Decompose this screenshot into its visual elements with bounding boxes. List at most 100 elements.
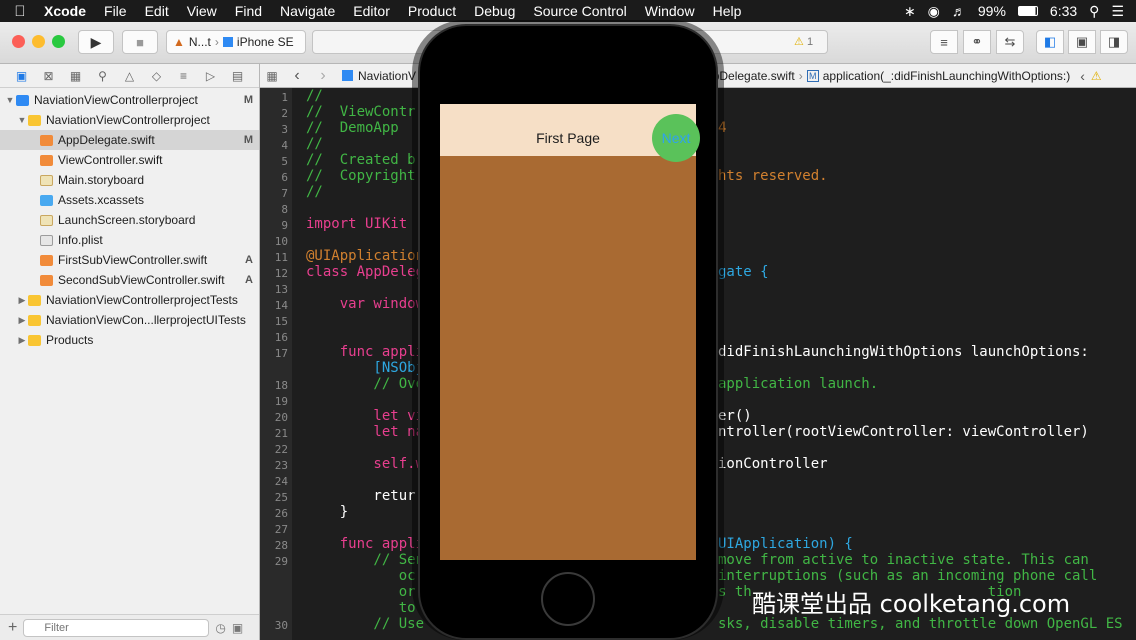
code-line: func appli bbox=[306, 344, 425, 360]
forward-button[interactable]: › bbox=[310, 67, 336, 85]
filter-input[interactable] bbox=[23, 618, 210, 637]
line-number: 13 bbox=[274, 283, 288, 296]
battery-icon[interactable] bbox=[1017, 6, 1038, 16]
report-icon[interactable]: ▤ bbox=[224, 69, 251, 83]
scm-status: A bbox=[245, 274, 253, 286]
tree-row-infoplist[interactable]: Info.plist bbox=[0, 230, 259, 250]
warning-badge[interactable]: ⚠ 1 bbox=[794, 35, 813, 48]
disclosure-closed-icon[interactable]: ▶ bbox=[16, 335, 28, 346]
apple-icon[interactable]:  bbox=[0, 3, 40, 20]
navigator-filter-bar: + ◷ ▣ bbox=[0, 614, 259, 640]
clock[interactable]: 6:33 bbox=[1050, 3, 1077, 19]
menu-help[interactable]: Help bbox=[704, 3, 751, 19]
search-icon[interactable]: ⚲ bbox=[89, 69, 116, 83]
utilities-toggle-button[interactable]: ◨ bbox=[1100, 30, 1128, 54]
chevron-right-icon: › bbox=[214, 35, 219, 49]
line-number: 15 bbox=[274, 315, 288, 328]
menu-product[interactable]: Product bbox=[399, 3, 465, 19]
tree-row-label: NaviationViewControllerproject bbox=[34, 93, 198, 107]
disclosure-open-icon[interactable]: ▼ bbox=[4, 95, 16, 105]
line-number: 26 bbox=[274, 507, 288, 520]
run-button[interactable]: ▶ bbox=[78, 30, 114, 54]
folder-icon bbox=[28, 114, 41, 126]
symbol-icon[interactable]: ▦ bbox=[62, 69, 89, 83]
code-line: ionController bbox=[718, 456, 828, 472]
related-items-icon[interactable]: ▦ bbox=[260, 69, 284, 83]
simulator-screen[interactable]: First Page Next bbox=[440, 104, 700, 560]
issue-icon[interactable]: △ bbox=[116, 69, 143, 83]
navigator-toggle-button[interactable]: ◧ bbox=[1036, 30, 1064, 54]
back-button[interactable]: ‹ bbox=[284, 67, 310, 85]
menu-find[interactable]: Find bbox=[226, 3, 271, 19]
device-name: iPhone SE bbox=[236, 35, 294, 49]
jump-project[interactable]: NaviationV bbox=[358, 69, 416, 83]
disclosure-closed-icon[interactable]: ▶ bbox=[16, 295, 28, 306]
menu-view[interactable]: View bbox=[178, 3, 226, 19]
bluetooth-icon[interactable]: ∗ bbox=[904, 3, 916, 20]
code-line: let na bbox=[306, 424, 425, 440]
tree-row-launchscreen[interactable]: LaunchScreen.storyboard bbox=[0, 210, 259, 230]
notification-center-icon[interactable]: ☰ bbox=[1111, 3, 1124, 20]
tree-row-firstsub[interactable]: FirstSubViewController.swift A bbox=[0, 250, 259, 270]
spotlight-icon[interactable]: ⚲ bbox=[1089, 3, 1099, 20]
close-window-button[interactable] bbox=[12, 35, 25, 48]
menu-source-control[interactable]: Source Control bbox=[524, 3, 635, 19]
stop-button[interactable]: ■ bbox=[122, 30, 158, 54]
menu-edit[interactable]: Edit bbox=[136, 3, 178, 19]
breakpoint-icon[interactable]: ▷ bbox=[197, 69, 224, 83]
tree-row-project[interactable]: ▼ NaviationViewControllerproject M bbox=[0, 90, 259, 110]
line-number: 14 bbox=[274, 299, 288, 312]
tree-row-viewcontroller[interactable]: ViewController.swift bbox=[0, 150, 259, 170]
menu-navigate[interactable]: Navigate bbox=[271, 3, 344, 19]
arrows-icon: ⇆ bbox=[1004, 34, 1016, 49]
battery-percent[interactable]: 99% bbox=[978, 3, 1006, 19]
standard-editor-button[interactable]: ≡ bbox=[930, 30, 958, 54]
tree-row-assets[interactable]: Assets.xcassets bbox=[0, 190, 259, 210]
zoom-window-button[interactable] bbox=[52, 35, 65, 48]
menu-file[interactable]: File bbox=[95, 3, 136, 19]
plist-file-icon bbox=[40, 234, 53, 246]
version-editor-button[interactable]: ⇆ bbox=[996, 30, 1024, 54]
next-button[interactable]: Next bbox=[652, 114, 700, 162]
code-line: interruptions (such as an incoming phone… bbox=[718, 568, 1098, 584]
tree-row-products[interactable]: ▶ Products bbox=[0, 330, 259, 350]
minimize-window-button[interactable] bbox=[32, 35, 45, 48]
tree-row-main-storyboard[interactable]: Main.storyboard bbox=[0, 170, 259, 190]
previous-issue-icon[interactable]: ‹ bbox=[1080, 68, 1085, 84]
assistant-editor-button[interactable]: ⚭ bbox=[963, 30, 991, 54]
app-scheme-icon: ▲ bbox=[173, 35, 185, 49]
disclosure-closed-icon[interactable]: ▶ bbox=[16, 315, 28, 326]
play-icon: ▶ bbox=[90, 33, 102, 50]
tree-row-tests[interactable]: ▶ NaviationViewControllerprojectTests bbox=[0, 290, 259, 310]
add-file-button[interactable]: + bbox=[8, 619, 17, 637]
test-icon[interactable]: ◇ bbox=[143, 69, 170, 83]
menu-debug[interactable]: Debug bbox=[465, 3, 524, 19]
code-line: // Sen bbox=[306, 552, 425, 568]
source-control-icon[interactable]: ⊠ bbox=[35, 69, 62, 83]
folder-icon[interactable]: ▣ bbox=[8, 69, 35, 83]
scheme-selector[interactable]: ▲ N...t › iPhone SE bbox=[166, 30, 306, 54]
wifi-icon[interactable]: ◉ bbox=[928, 3, 940, 20]
menu-xcode[interactable]: Xcode bbox=[40, 3, 95, 19]
code-line: [NSObj bbox=[306, 360, 425, 376]
recent-files-icon[interactable]: ◷ bbox=[215, 621, 225, 635]
volume-icon[interactable]: ♬ bbox=[952, 3, 966, 19]
tree-row-appdelegate[interactable]: AppDelegate.swift M bbox=[0, 130, 259, 150]
tree-row-secondsub[interactable]: SecondSubViewController.swift A bbox=[0, 270, 259, 290]
tree-row-uitests[interactable]: ▶ NaviationViewCon...llerprojectUITests bbox=[0, 310, 259, 330]
scm-filter-icon[interactable]: ▣ bbox=[232, 621, 243, 635]
debug-icon[interactable]: ≡ bbox=[170, 69, 197, 83]
code-line: ntroller(rootViewController: viewControl… bbox=[718, 424, 1089, 440]
related-warning-icon[interactable]: ⚠ bbox=[1091, 69, 1102, 83]
disclosure-open-icon[interactable]: ▼ bbox=[16, 115, 28, 125]
code-line: didFinishLaunchingWithOptions launchOpti… bbox=[718, 344, 1089, 360]
home-button[interactable] bbox=[541, 572, 595, 626]
tree-row-group[interactable]: ▼ NaviationViewControllerproject bbox=[0, 110, 259, 130]
line-number: 4 bbox=[281, 139, 288, 152]
menu-editor[interactable]: Editor bbox=[344, 3, 399, 19]
scm-status: M bbox=[243, 94, 253, 106]
lines-icon: ≡ bbox=[940, 34, 948, 50]
menu-window[interactable]: Window bbox=[636, 3, 704, 19]
jump-symbol[interactable]: application(_:didFinishLaunchingWithOpti… bbox=[823, 69, 1070, 83]
debug-area-toggle-button[interactable]: ▣ bbox=[1068, 30, 1096, 54]
